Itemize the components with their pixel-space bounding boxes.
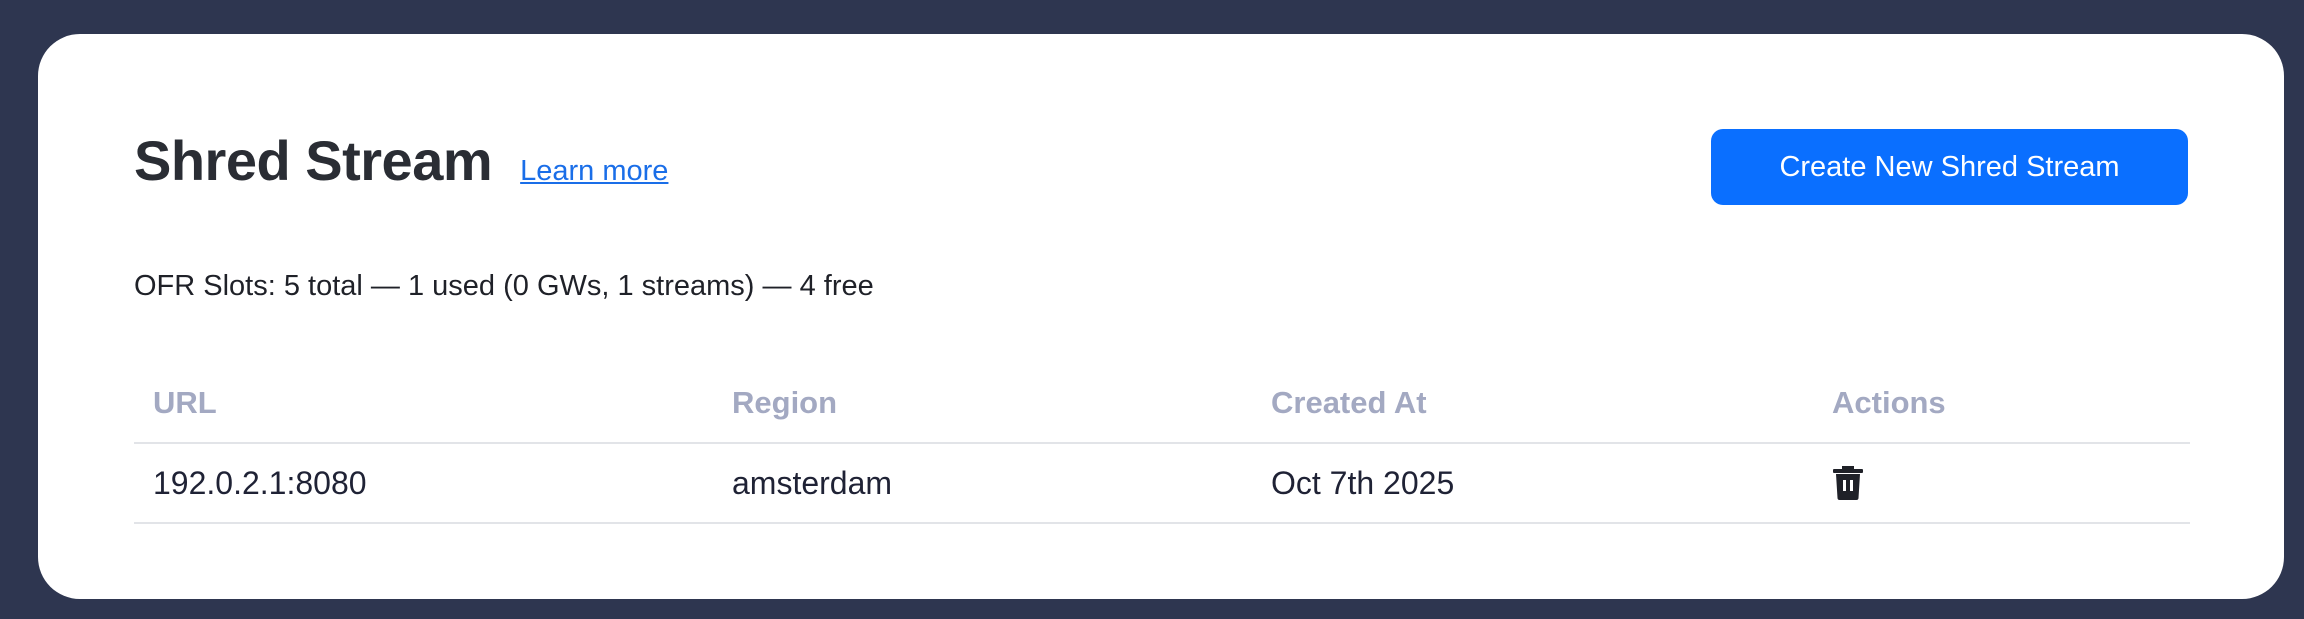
create-new-shred-stream-button[interactable]: Create New Shred Stream xyxy=(1711,129,2188,205)
table-row: 192.0.2.1:8080 amsterdam Oct 7th 2025 xyxy=(134,444,2190,524)
column-header-created-at: Created At xyxy=(1271,385,1427,420)
learn-more-link[interactable]: Learn more xyxy=(520,155,668,188)
cell-url: 192.0.2.1:8080 xyxy=(153,464,367,501)
column-header-url: URL xyxy=(153,385,217,420)
cell-created-at: Oct 7th 2025 xyxy=(1271,464,1455,501)
page-title: Shred Stream xyxy=(134,129,493,192)
cell-actions xyxy=(1832,444,1864,522)
shred-stream-card: Shred Stream Learn more Create New Shred… xyxy=(38,34,2284,599)
table-header-row: URL Region Created At Actions xyxy=(134,364,2190,444)
page-header: Shred Stream Learn more xyxy=(134,128,668,193)
trash-icon[interactable] xyxy=(1832,465,1864,501)
column-header-actions: Actions xyxy=(1832,385,1946,420)
ofr-slots-summary: OFR Slots: 5 total — 1 used (0 GWs, 1 st… xyxy=(134,270,874,302)
shred-streams-table: URL Region Created At Actions 192.0.2.1:… xyxy=(134,364,2190,524)
cell-region: amsterdam xyxy=(732,464,893,501)
column-header-region: Region xyxy=(732,385,838,420)
